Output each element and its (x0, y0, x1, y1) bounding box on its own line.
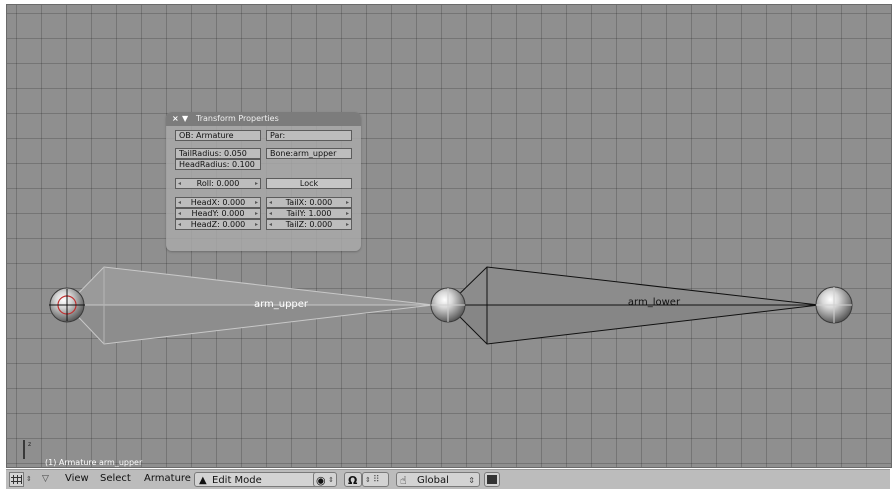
menu-armature[interactable]: Armature (144, 471, 191, 486)
bone-name-field[interactable]: Bone:arm_upper (266, 148, 352, 159)
increment-arrow-icon[interactable]: ▸ (346, 209, 349, 218)
increment-arrow-icon[interactable]: ▸ (255, 179, 258, 188)
head-radius-field[interactable]: HeadRadius: 0.100 (175, 159, 261, 170)
joint-tip[interactable] (815, 286, 853, 324)
updown-icon: ⇕ (328, 476, 334, 484)
render-button[interactable] (484, 472, 500, 487)
snap-selector[interactable]: ⇕ ⠿ (362, 472, 389, 487)
panel-title: Transform Properties (196, 114, 279, 123)
increment-arrow-icon[interactable]: ▸ (255, 220, 258, 229)
increment-arrow-icon[interactable]: ▸ (255, 209, 258, 218)
bone-arm-lower[interactable]: arm_lower (446, 266, 820, 345)
menu-select[interactable]: Select (100, 471, 131, 486)
decrement-arrow-icon[interactable]: ◂ (269, 209, 272, 218)
lock-button[interactable]: Lock (266, 178, 352, 189)
grid-icon[interactable] (9, 472, 24, 487)
bone-label-lower: arm_lower (628, 297, 681, 308)
menu-collapse-icon[interactable]: ▽ (42, 472, 49, 487)
hand-icon: ☝ (400, 474, 407, 487)
tail-y-value: TailY: 1.000 (286, 209, 332, 218)
magnet-icon: Ω (348, 474, 358, 487)
head-y-value: HeadY: 0.000 (191, 209, 245, 218)
updown-icon: ⇕ (365, 476, 371, 484)
render-icon (487, 475, 497, 484)
edit-mode-icon: ▲ (199, 475, 207, 486)
axis-z-label: z (28, 441, 31, 448)
bone-arm-upper[interactable]: arm_upper (65, 266, 434, 345)
transform-orientation-selector[interactable]: ☝ Global ⇕ (396, 472, 480, 487)
head-x-field[interactable]: ◂ HeadX: 0.000 ▸ (175, 197, 261, 208)
head-z-field[interactable]: ◂ HeadZ: 0.000 ▸ (175, 219, 261, 230)
3d-view-header: ⇕ ▽ View Select Armature ▲ Edit Mode ⇕ ◉… (6, 469, 890, 489)
pivot-selector[interactable]: ◉ ⇕ (313, 472, 337, 487)
transform-properties-panel: × ▼ Transform Properties OB: Armature Pa… (166, 112, 361, 251)
collapse-icon[interactable]: ▼ (182, 112, 188, 126)
roll-field[interactable]: ◂ Roll: 0.000 ▸ (175, 178, 261, 189)
parent-field[interactable]: Par: (266, 130, 352, 141)
tail-z-field[interactable]: ◂ TailZ: 0.000 ▸ (266, 219, 352, 230)
joint-elbow[interactable] (430, 287, 466, 323)
increment-arrow-icon[interactable]: ▸ (255, 198, 258, 207)
decrement-arrow-icon[interactable]: ◂ (178, 198, 181, 207)
updown-icon[interactable]: ⇕ (26, 472, 32, 487)
updown-icon: ⇕ (468, 476, 475, 485)
proportional-edit-toggle[interactable]: Ω (344, 472, 362, 487)
mode-selector[interactable]: ▲ Edit Mode ⇕ (194, 472, 330, 487)
bone-label-upper: arm_upper (254, 299, 309, 310)
tail-radius-field[interactable]: TailRadius: 0.050 (175, 148, 261, 159)
increment-arrow-icon[interactable]: ▸ (346, 220, 349, 229)
head-x-value: HeadX: 0.000 (190, 198, 246, 207)
roll-value: Roll: 0.000 (196, 179, 240, 188)
armature-canvas: arm_upper arm_lower (49, 266, 853, 345)
joint-root[interactable] (49, 287, 85, 323)
snap-icon: ⠿ (373, 475, 380, 485)
decrement-arrow-icon[interactable]: ◂ (269, 198, 272, 207)
head-y-field[interactable]: ◂ HeadY: 0.000 ▸ (175, 208, 261, 219)
object-name-field[interactable]: OB: Armature (175, 130, 261, 141)
decrement-arrow-icon[interactable]: ◂ (178, 209, 181, 218)
mode-label: Edit Mode (212, 475, 262, 486)
tail-y-field[interactable]: ◂ TailY: 1.000 ▸ (266, 208, 352, 219)
close-icon[interactable]: × (172, 112, 179, 126)
axis-orientation-icon: z (23, 440, 31, 459)
decrement-arrow-icon[interactable]: ◂ (178, 179, 181, 188)
panel-header[interactable]: × ▼ Transform Properties (166, 112, 361, 126)
menu-view[interactable]: View (65, 471, 89, 486)
head-z-value: HeadZ: 0.000 (190, 220, 246, 229)
orientation-label: Global (417, 475, 449, 486)
tail-z-value: TailZ: 0.000 (285, 220, 333, 229)
pivot-icon: ◉ (316, 474, 326, 487)
decrement-arrow-icon[interactable]: ◂ (269, 220, 272, 229)
active-object-label: (1) Armature arm_upper (45, 458, 143, 467)
tail-x-value: TailX: 0.000 (285, 198, 333, 207)
tail-x-field[interactable]: ◂ TailX: 0.000 ▸ (266, 197, 352, 208)
decrement-arrow-icon[interactable]: ◂ (178, 220, 181, 229)
3d-viewport[interactable]: arm_upper arm_lower × ▼ Transform Proper… (6, 4, 892, 468)
increment-arrow-icon[interactable]: ▸ (346, 198, 349, 207)
